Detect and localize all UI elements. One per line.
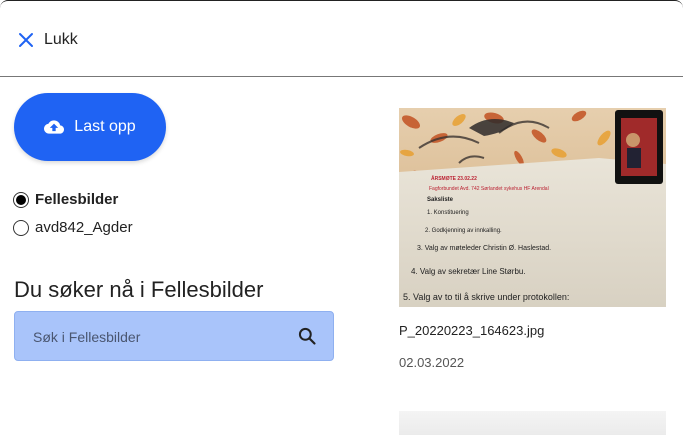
search-field [14, 311, 334, 362]
close-label: Lukk [44, 31, 78, 48]
svg-text:Saksliste: Saksliste [427, 197, 454, 203]
photo-of-agenda: ÅRSMØTE 23.02.22 Fagforbundet Avd. 742 S… [399, 108, 666, 307]
image-date: 02.03.2022 [399, 355, 465, 370]
svg-text:ÅRSMØTE 23.02.22: ÅRSMØTE 23.02.22 [431, 175, 477, 182]
radio-fellesbilder[interactable] [13, 191, 29, 208]
upload-label: Last opp [74, 118, 136, 135]
close-icon [19, 33, 33, 47]
album-option-fellesbilder[interactable]: Fellesbilder [13, 191, 118, 208]
upload-button[interactable]: Last opp [14, 93, 166, 161]
svg-text:4. Valg av sekretær Line Størb: 4. Valg av sekretær Line Størbu. [411, 267, 526, 276]
image-thumbnail[interactable]: ÅRSMØTE 23.02.22 Fagforbundet Avd. 742 S… [399, 108, 666, 307]
search-input[interactable] [31, 312, 295, 362]
radio-avd842[interactable] [13, 219, 29, 236]
svg-text:Fagforbundet Avd. 742 Sørlande: Fagforbundet Avd. 742 Sørlandet sykehus … [429, 186, 549, 192]
dialog-header: Lukk [0, 1, 683, 77]
album-option-avd842[interactable]: avd842_Agder [13, 219, 133, 236]
svg-text:1. Konstituering: 1. Konstituering [427, 210, 469, 216]
image-thumbnail[interactable] [399, 411, 666, 435]
svg-text:2. Godkjenning av innkalling.: 2. Godkjenning av innkalling. [425, 228, 502, 234]
search-icon[interactable] [297, 326, 317, 346]
image-picker-dialog: Lukk Last opp Fellesbilder avd842_Agder … [0, 0, 683, 435]
close-button[interactable]: Lukk [16, 29, 78, 51]
svg-text:3. Valg av møteleder Christin: 3. Valg av møteleder Christin Ø. Haslest… [417, 245, 551, 252]
search-heading: Du søker nå i Fellesbilder [14, 277, 264, 302]
image-filename: P_20220223_164623.jpg [399, 323, 545, 338]
album-label: avd842_Agder [35, 219, 133, 236]
cloud-upload-icon [44, 120, 65, 134]
svg-text:5. Valg av to til å skrive und: 5. Valg av to til å skrive under protoko… [403, 292, 569, 302]
album-label: Fellesbilder [35, 191, 119, 208]
